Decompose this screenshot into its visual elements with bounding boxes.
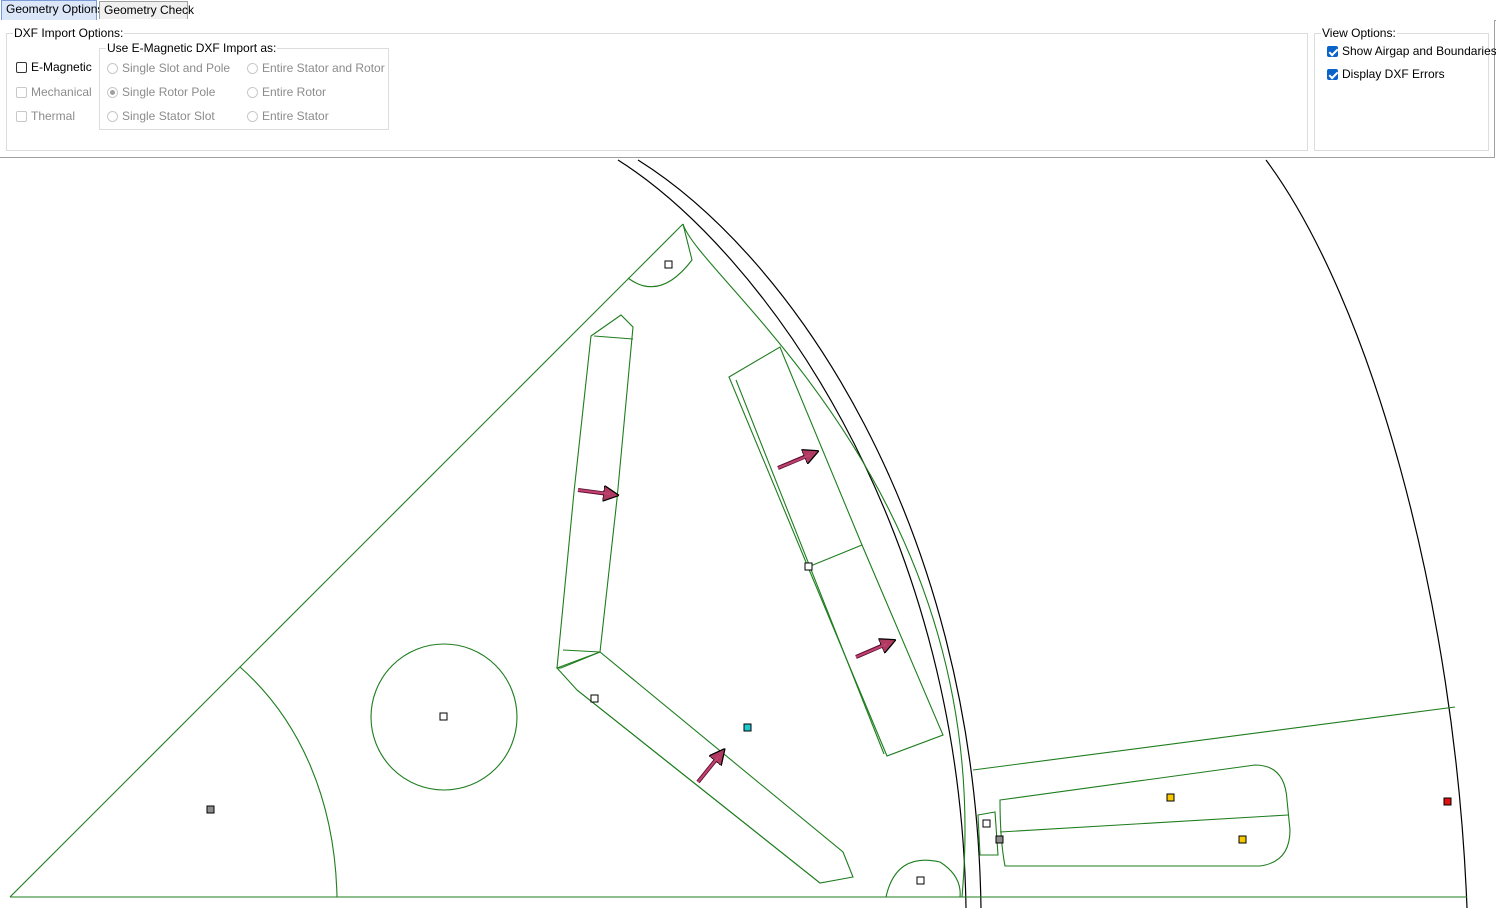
magnet-right-divider [807,544,863,568]
stator-outer-arc [1265,159,1468,909]
radio-entire-stator[interactable]: Entire Stator [247,109,329,123]
rotor-outer-arc [617,159,967,909]
radio-entire-stator-and-rotor-circle[interactable] [247,62,258,74]
geometry-canvas[interactable] [0,158,1496,910]
tab-strip: Geometry Options Geometry Check [0,0,1496,21]
magnet-direction-arrow-fill [855,642,888,659]
magnet-bottom-inner [576,689,821,884]
radio-single-stator-slot-circle[interactable] [107,110,118,122]
dxf-import-options-title: DXF Import Options: [13,26,125,40]
region-marker-yellow [1166,793,1175,802]
radio-entire-stator-label: Entire Stator [262,109,329,123]
thermal-checkbox[interactable]: Thermal [16,109,75,123]
region-marker-white [916,876,925,885]
display-dxf-errors-checkbox-box[interactable] [1327,68,1338,80]
radio-single-stator-slot-label: Single Stator Slot [122,109,215,123]
radio-entire-rotor[interactable]: Entire Rotor [247,85,326,99]
radio-entire-rotor-circle[interactable] [247,86,258,98]
view-options-group: View Options: Show Airgap and Boundaries… [1314,27,1496,151]
radio-entire-stator-and-rotor[interactable]: Entire Stator and Rotor [247,61,385,75]
stator-tooth-line [972,706,1456,771]
mechanical-checkbox-box[interactable] [16,86,27,98]
region-marker-white [439,712,448,721]
display-dxf-errors-checkbox[interactable]: Display DXF Errors [1327,67,1445,81]
region-marker-red [1443,797,1452,806]
show-airgap-checkbox[interactable]: Show Airgap and Boundaries [1327,44,1496,58]
options-panel: DXF Import Options: E-Magnetic Mechanica… [0,20,1496,158]
region-markers[interactable] [206,260,1452,885]
radio-entire-rotor-label: Entire Rotor [262,85,327,99]
magnet-arrows-fill [577,453,888,783]
dxf-import-options-group: DXF Import Options: E-Magnetic Mechanica… [6,27,1308,151]
stator-wedge [977,811,999,856]
stator-inner-arc [637,159,982,909]
magnet-bottom-pocket [556,651,854,884]
radio-entire-stator-and-rotor-label: Entire Stator and Rotor [262,61,385,75]
rotor-pole-boundary-line [9,223,684,898]
thermal-label: Thermal [31,109,76,123]
emagnetic-label: E-Magnetic [31,60,92,74]
radio-single-slot-and-pole-circle[interactable] [107,62,118,74]
shaft-arc [239,666,338,898]
use-emagnetic-as-title: Use E-Magnetic DXF Import as: [106,41,278,55]
magnet-arrows [577,452,893,784]
radio-single-rotor-pole-circle[interactable] [107,86,118,98]
radio-entire-stator-circle[interactable] [247,110,258,122]
display-dxf-errors-label: Display DXF Errors [1342,67,1445,81]
region-marker-white [804,562,813,571]
thermal-checkbox-box[interactable] [16,110,27,122]
mechanical-label: Mechanical [31,85,92,99]
radio-single-stator-slot[interactable]: Single Stator Slot [107,109,215,123]
geometry-lines [9,223,1467,898]
magnet-left-inner2 [562,649,601,653]
view-options-title: View Options: [1321,26,1397,40]
region-marker-gray [995,835,1004,844]
radio-single-slot-and-pole-label: Single Slot and Pole [122,61,231,75]
radio-single-rotor-pole[interactable]: Single Rotor Pole [107,85,215,99]
region-marker-gray [206,805,215,814]
region-marker-yellow [1238,835,1247,844]
radio-single-rotor-pole-label: Single Rotor Pole [122,85,216,99]
show-airgap-checkbox-box[interactable] [1327,45,1338,57]
tab-geometry-options[interactable]: Geometry Options [1,0,103,21]
magnet-direction-arrow-fill [697,755,720,783]
emagnetic-checkbox-box[interactable] [16,61,27,73]
use-emagnetic-as-group: Use E-Magnetic DXF Import as: Single Slo… [99,42,389,130]
radio-single-slot-and-pole[interactable]: Single Slot and Pole [107,61,230,75]
show-airgap-label: Show Airgap and Boundaries [1342,44,1496,58]
region-marker-white [982,819,991,828]
region-marker-white [590,694,599,703]
region-marker-cyan [743,723,752,732]
tab-geometry-check[interactable]: Geometry Check [99,1,194,19]
emagnetic-checkbox[interactable]: E-Magnetic [16,60,92,74]
magnet-direction-arrow-fill [777,453,811,470]
geometry-drawing[interactable] [0,158,1496,910]
mechanical-checkbox[interactable]: Mechanical [16,85,92,99]
region-marker-white [664,260,673,269]
magnet-left-inner [593,335,634,340]
stator-slot-divider [999,814,1289,833]
stator-slot-outline [999,764,1291,867]
top-hole-arc [627,223,693,288]
airgap-boundaries [617,159,1468,909]
